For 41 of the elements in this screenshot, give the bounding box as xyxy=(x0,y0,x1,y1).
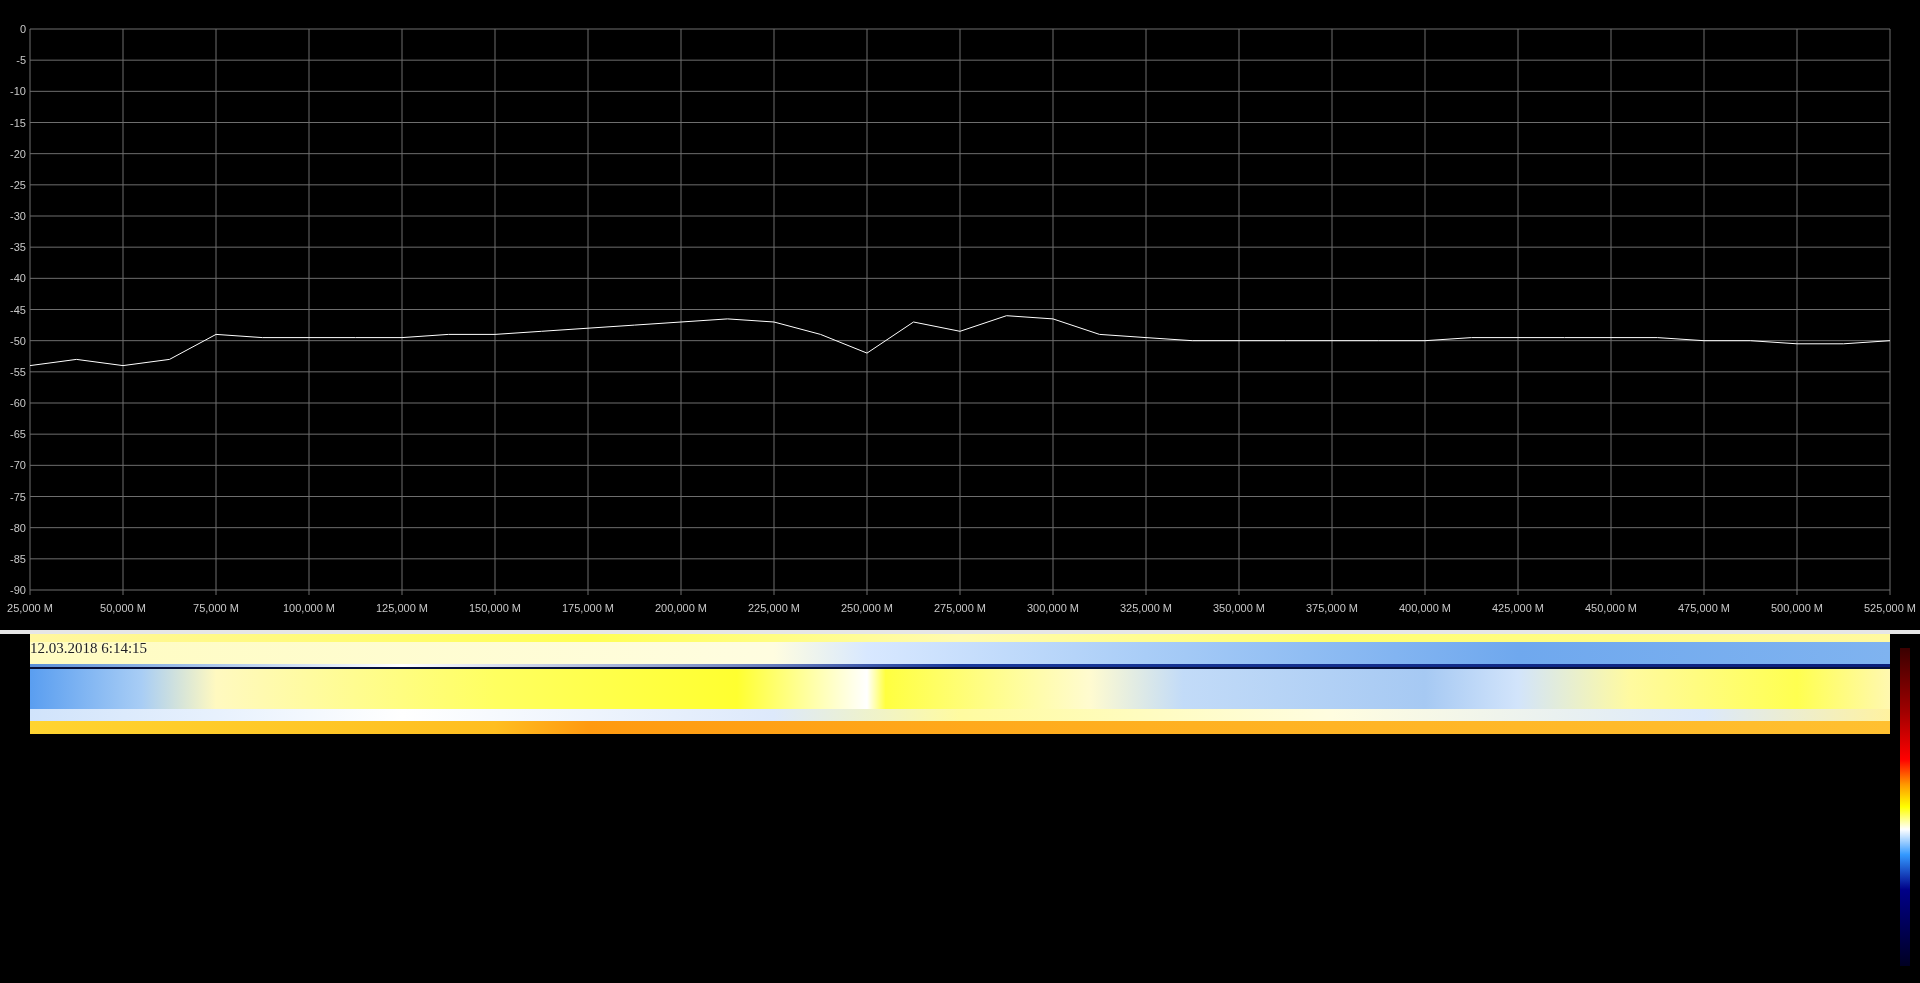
x-axis-label: 75,000 M xyxy=(193,602,239,614)
x-axis-label: 225,000 M xyxy=(748,602,800,614)
y-axis-label: -10 xyxy=(10,85,26,98)
y-axis-label: -90 xyxy=(10,584,26,596)
x-axis-label: 100,000 M xyxy=(283,602,335,614)
waterfall-timestamp: 12.03.2018 6:14:15 xyxy=(30,640,148,657)
x-axis-label: 50,000 M xyxy=(100,602,146,614)
y-axis-label: -50 xyxy=(10,334,26,347)
y-axis-label: -5 xyxy=(16,54,26,67)
y-axis-label: -35 xyxy=(10,241,26,254)
x-axis-label: 425,000 M xyxy=(1492,602,1544,614)
x-axis-label: 525,000 M xyxy=(1864,602,1916,614)
x-axis-label: 200,000 M xyxy=(655,602,707,614)
y-axis-label: -75 xyxy=(10,490,26,503)
y-axis-label: -40 xyxy=(10,272,26,285)
x-axis-label: 475,000 M xyxy=(1678,602,1730,614)
x-axis-label: 150,000 M xyxy=(469,602,521,614)
x-axis-label: 275,000 M xyxy=(934,602,986,614)
x-axis-label: 300,000 M xyxy=(1027,602,1079,614)
x-axis-label: 375,000 M xyxy=(1306,602,1358,614)
x-axis-label: 175,000 M xyxy=(562,602,614,614)
y-axis-label: -25 xyxy=(10,178,26,191)
x-axis-label: 350,000 M xyxy=(1213,602,1265,614)
x-axis-label: 450,000 M xyxy=(1585,602,1637,614)
y-axis-label: -45 xyxy=(10,303,26,316)
x-axis-label: 500,000 M xyxy=(1771,602,1823,614)
x-axis-label: 400,000 M xyxy=(1399,602,1451,614)
y-axis-label: -65 xyxy=(10,428,26,441)
x-axis-label: 25,000 M xyxy=(7,602,53,614)
x-axis-label: 125,000 M xyxy=(376,602,428,614)
y-axis-label: -80 xyxy=(10,521,26,534)
y-axis-label: -85 xyxy=(10,552,26,565)
y-axis-label: -20 xyxy=(10,147,26,160)
y-axis-label: -60 xyxy=(10,397,26,409)
y-axis-label: -15 xyxy=(10,116,26,129)
y-axis-label: -70 xyxy=(10,459,26,472)
y-axis-label: -30 xyxy=(10,210,26,222)
y-axis-label: -55 xyxy=(10,365,26,378)
x-axis-label: 250,000 M xyxy=(841,602,893,614)
y-axis-label: 0 xyxy=(19,23,26,35)
x-axis-label: 325,000 M xyxy=(1120,602,1172,614)
